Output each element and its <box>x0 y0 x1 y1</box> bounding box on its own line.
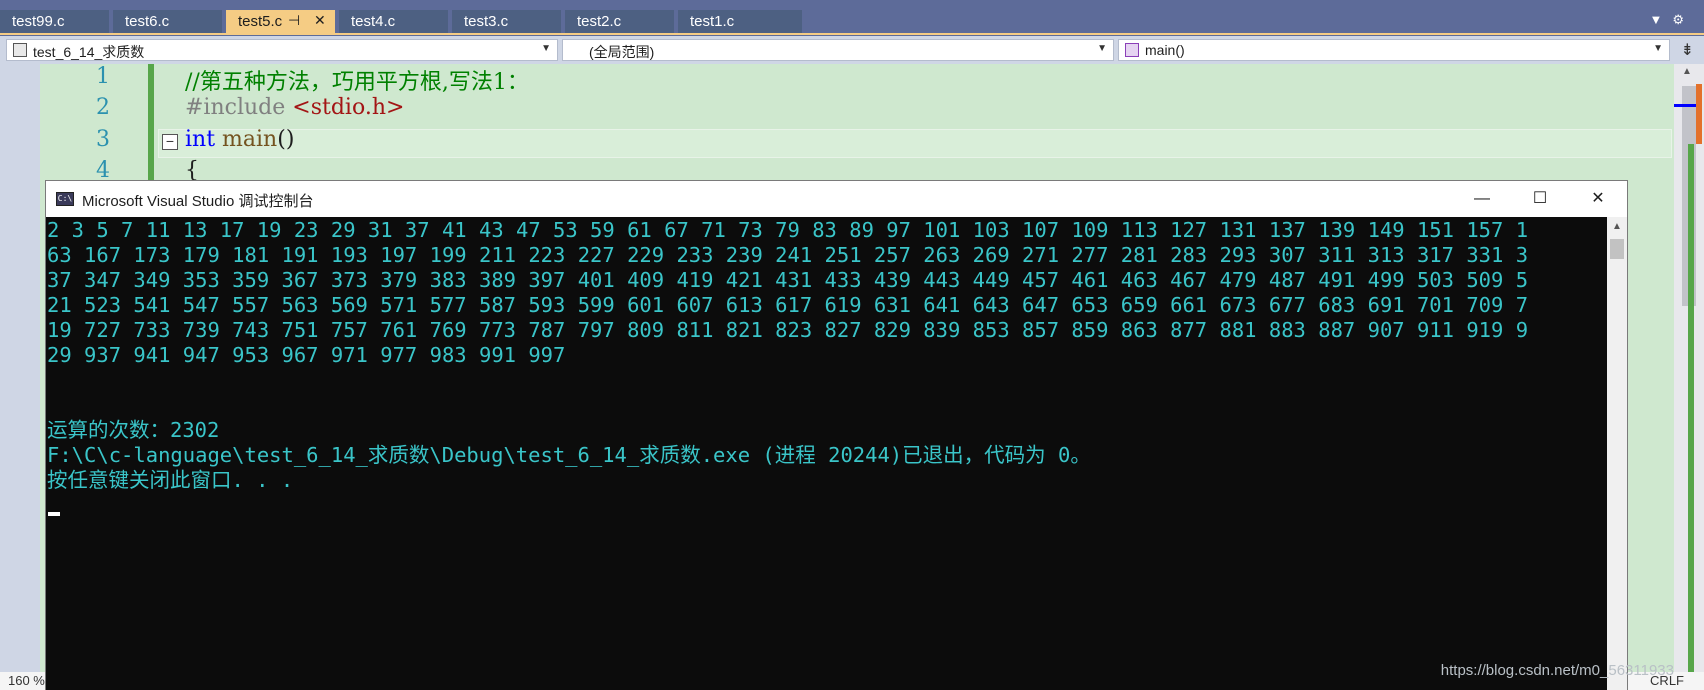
console-line: 63 167 173 179 181 191 193 197 199 211 2… <box>47 243 1529 267</box>
watermark: https://blog.csdn.net/m0_56311933 <box>1440 662 1674 679</box>
console-line: 2 3 5 7 11 13 17 19 23 29 31 37 41 43 47… <box>47 218 1529 242</box>
console-line: F:\C\c-language\test_6_14_求质数\Debug\test… <box>47 443 1091 467</box>
console-line: 37 347 349 353 359 367 373 379 383 389 3… <box>47 268 1529 292</box>
console-title-bar[interactable]: C:\ Microsoft Visual Studio 调试控制台 — ☐ ✕ <box>46 181 1627 217</box>
tab-test99[interactable]: test99.c <box>0 10 110 33</box>
current-line-highlight <box>158 129 1672 158</box>
close-button[interactable]: ✕ <box>1569 181 1627 217</box>
tab-overflow-controls[interactable]: ▼⚙ <box>1649 12 1694 28</box>
tab-test5[interactable]: test5.c ⊣ ✕ <box>226 10 336 33</box>
scroll-up-icon[interactable]: ▲ <box>1682 66 1692 77</box>
code-line-3[interactable]: int main() <box>185 127 294 152</box>
collapse-toggle-icon[interactable]: − <box>162 134 178 150</box>
line-number: 2 <box>96 95 110 120</box>
project-icon <box>13 43 27 57</box>
console-title: Microsoft Visual Studio 调试控制台 <box>82 193 314 210</box>
console-line: 29 937 941 947 953 967 971 977 983 991 9… <box>47 343 566 367</box>
line-number: 1 <box>96 64 110 89</box>
text-cursor <box>48 512 60 516</box>
chevron-down-icon: ▼ <box>1097 43 1107 54</box>
scroll-up-icon[interactable]: ▲ <box>1612 221 1622 232</box>
scope-dropdown[interactable]: (全局范围) ▼ <box>562 39 1114 61</box>
member-dropdown[interactable]: main() ▼ <box>1118 39 1670 61</box>
console-text: 2 3 5 7 11 13 17 19 23 29 31 37 41 43 47… <box>47 218 1607 493</box>
close-tab-icon[interactable]: ✕ <box>314 12 326 29</box>
tab-test3[interactable]: test3.c <box>452 10 562 33</box>
tab-test6[interactable]: test6.c <box>113 10 223 33</box>
document-tab-bar: test99.c test6.c test5.c ⊣ ✕ test4.c tes… <box>0 0 1704 35</box>
code-line-2[interactable]: #include <stdio.h> <box>185 95 404 120</box>
scrollbar-thumb[interactable] <box>1610 239 1624 259</box>
chevron-down-icon: ▼ <box>541 43 551 54</box>
close-icon: ✕ <box>1591 190 1605 207</box>
maximize-icon: ☐ <box>1532 190 1548 207</box>
scroll-marker-orange <box>1696 84 1702 144</box>
minimize-button[interactable]: — <box>1453 181 1511 217</box>
code-line-1[interactable]: //第五种方法，巧用平方根,写法1： <box>185 64 529 96</box>
chevron-down-icon: ▼ <box>1653 43 1663 54</box>
zoom-level[interactable]: 160 % <box>8 673 45 688</box>
function-icon <box>1125 43 1139 57</box>
line-number: 3 <box>96 127 110 152</box>
console-output[interactable]: 2 3 5 7 11 13 17 19 23 29 31 37 41 43 47… <box>46 217 1607 690</box>
tab-test2[interactable]: test2.c <box>565 10 675 33</box>
editor-scrollbar[interactable]: ▲ <box>1674 64 1704 690</box>
navigation-bar: test_6_14_求质数 ▼ (全局范围) ▼ main() ▼ ⇟ <box>0 36 1704 64</box>
console-line: 按任意键关闭此窗口. . . <box>47 468 294 492</box>
maximize-button[interactable]: ☐ <box>1511 181 1569 217</box>
console-line: 21 523 541 547 557 563 569 571 577 587 5… <box>47 293 1529 317</box>
console-scrollbar[interactable]: ▲ <box>1607 217 1627 690</box>
console-icon: C:\ <box>56 192 74 206</box>
dropdown-arrow-icon[interactable]: ▼ <box>1649 12 1672 27</box>
indicator-margin <box>0 64 40 690</box>
console-line: 运算的次数：2302 <box>47 418 220 442</box>
scroll-marker-green <box>1688 144 1694 690</box>
minimize-icon: — <box>1474 190 1490 207</box>
split-window-icon[interactable]: ⇟ <box>1681 40 1694 60</box>
scroll-marker-caret <box>1674 104 1696 107</box>
tab-test4[interactable]: test4.c <box>339 10 449 33</box>
console-line: 19 727 733 739 743 751 757 761 769 773 7… <box>47 318 1529 342</box>
pin-icon[interactable]: ⊣ <box>288 12 300 29</box>
gear-icon[interactable]: ⚙ <box>1672 12 1694 27</box>
tab-test1[interactable]: test1.c <box>678 10 803 33</box>
project-dropdown[interactable]: test_6_14_求质数 ▼ <box>6 39 558 61</box>
debug-console-window[interactable]: C:\ Microsoft Visual Studio 调试控制台 — ☐ ✕ … <box>45 180 1628 690</box>
